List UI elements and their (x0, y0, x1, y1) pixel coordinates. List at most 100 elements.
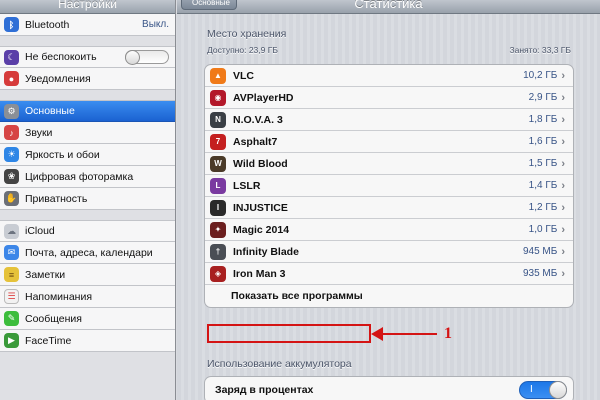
chevron-right-icon: › (561, 267, 565, 280)
app-name: Magic 2014 (233, 223, 290, 236)
app-size: 2,9 ГБ (528, 92, 558, 103)
battery-percent-row: Заряд в процентах I (205, 377, 573, 400)
reminders-icon: ☰ (4, 289, 19, 304)
sidebar-item-notifications[interactable]: ● Уведомления (0, 68, 175, 90)
sidebar-title: Настройки (58, 0, 117, 11)
sidebar-item-label: Яркость и обои (25, 148, 100, 161)
sidebar-item-label: Звуки (25, 126, 53, 139)
sidebar-item-label: Не беспокоить (25, 51, 97, 63)
app-name: AVPlayerHD (233, 91, 294, 104)
sidebar-item-label: Bluetooth (25, 18, 70, 31)
chevron-right-icon: › (561, 135, 565, 148)
sidebar-item-privacy[interactable]: ✋ Приватность (0, 188, 175, 210)
app-row-nova3[interactable]: N N.O.V.A. 3 1,8 ГБ › (205, 109, 573, 131)
app-name: Asphalt7 (233, 135, 278, 148)
show-all-apps-label: Показать все программы (231, 290, 363, 302)
app-name: VLC (233, 69, 254, 82)
storage-summary: Доступно: 23,9 ГБ Занято: 33,3 ГБ (207, 45, 571, 55)
vlc-cone-icon: ▲ (210, 67, 226, 84)
app-row-wild-blood[interactable]: W Wild Blood 1,5 ГБ › (205, 153, 573, 175)
settings-sidebar: Настройки ᛒ Bluetooth Выкл. ☾ Не беспоко… (0, 0, 176, 400)
app-size: 945 МБ (522, 246, 558, 257)
app-row-iron-man-3[interactable]: ◈ Iron Man 3 935 МБ › (205, 263, 573, 285)
app-size: 10,2 ГБ (523, 70, 558, 81)
notifications-icon: ● (4, 71, 19, 86)
sidebar-item-mail[interactable]: ✉ Почта, адреса, календари (0, 242, 175, 264)
app-name: N.O.V.A. 3 (233, 113, 283, 126)
chevron-right-icon: › (561, 69, 565, 82)
show-all-apps-row[interactable]: Показать все программы (205, 285, 573, 307)
magic-2014-icon: ✦ (210, 221, 226, 238)
sidebar-item-label: Напоминания (25, 290, 93, 303)
avplayer-icon: ◉ (210, 89, 226, 106)
sidebar-item-brightness[interactable]: ☀ Яркость и обои (0, 144, 175, 166)
app-row-lslr[interactable]: L LSLR 1,4 ГБ › (205, 175, 573, 197)
sidebar-item-messages[interactable]: ✎ Сообщения (0, 308, 175, 330)
sidebar-item-label: Уведомления (25, 72, 91, 85)
sidebar-item-do-not-disturb[interactable]: ☾ Не беспокоить (0, 46, 175, 68)
sidebar-item-label: Сообщения (25, 312, 82, 325)
storage-available: Доступно: 23,9 ГБ (207, 45, 278, 55)
app-row-avplayerhd[interactable]: ◉ AVPlayerHD 2,9 ГБ › (205, 87, 573, 109)
app-row-vlc[interactable]: ▲ VLC 10,2 ГБ › (205, 65, 573, 87)
sidebar-item-photo-frame[interactable]: ❀ Цифровая фоторамка (0, 166, 175, 188)
app-name: Infinity Blade (233, 245, 299, 258)
nova3-icon: N (210, 111, 226, 128)
detail-navbar: Основные Статистика (177, 0, 600, 14)
app-size: 1,2 ГБ (528, 202, 558, 213)
messages-icon: ✎ (4, 311, 19, 326)
app-name: INJUSTICE (233, 201, 288, 214)
page-title: Статистика (354, 0, 423, 11)
battery-percent-label: Заряд в процентах (215, 384, 314, 396)
wild-blood-icon: W (210, 155, 226, 172)
bluetooth-icon: ᛒ (4, 17, 19, 32)
do-not-disturb-toggle[interactable] (125, 50, 169, 65)
app-size: 935 МБ (522, 268, 558, 279)
storage-used: Занято: 33,3 ГБ (509, 45, 572, 55)
chevron-right-icon: › (561, 223, 565, 236)
annotation-highlight-box (207, 324, 371, 343)
sidebar-item-facetime[interactable]: ▶ FaceTime (0, 330, 175, 352)
sidebar-navbar: Настройки (0, 0, 175, 14)
speaker-icon: ♪ (4, 125, 19, 140)
sidebar-item-reminders[interactable]: ☰ Напоминания (0, 286, 175, 308)
moon-icon: ☾ (4, 49, 19, 65)
app-row-injustice[interactable]: I INJUSTICE 1,2 ГБ › (205, 197, 573, 219)
gear-icon: ⚙ (4, 103, 19, 119)
chevron-right-icon: › (561, 157, 565, 170)
app-size: 1,8 ГБ (528, 114, 558, 125)
sidebar-item-label: Заметки (25, 268, 66, 281)
app-name: Iron Man 3 (233, 267, 286, 280)
sidebar-item-general[interactable]: ⚙ Основные (0, 100, 175, 122)
mail-icon: ✉ (4, 245, 19, 260)
app-row-infinity-blade[interactable]: † Infinity Blade 945 МБ › (205, 241, 573, 263)
app-size: 1,6 ГБ (528, 136, 558, 147)
photo-frame-icon: ❀ (4, 169, 19, 184)
cloud-icon: ☁ (4, 223, 19, 239)
sidebar-item-label: Почта, адреса, календари (25, 246, 153, 259)
brightness-icon: ☀ (4, 147, 19, 162)
sidebar-item-sounds[interactable]: ♪ Звуки (0, 122, 175, 144)
battery-section-title: Использование аккумулятора (207, 358, 352, 370)
app-row-magic-2014[interactable]: ✦ Magic 2014 1,0 ГБ › (205, 219, 573, 241)
battery-percent-toggle[interactable]: I (519, 381, 567, 399)
sidebar-item-value: Выкл. (142, 19, 169, 30)
sidebar-item-icloud[interactable]: ☁ iCloud (0, 220, 175, 242)
sidebar-item-label: FaceTime (25, 334, 72, 347)
app-size: 1,0 ГБ (528, 224, 558, 235)
sidebar-item-label: Основные (25, 105, 75, 117)
injustice-icon: I (210, 199, 226, 216)
sidebar-item-bluetooth[interactable]: ᛒ Bluetooth Выкл. (0, 14, 175, 36)
chevron-right-icon: › (561, 113, 565, 126)
notes-icon: ≡ (4, 267, 19, 282)
chevron-right-icon: › (561, 179, 565, 192)
facetime-icon: ▶ (4, 333, 19, 348)
asphalt7-icon: 7 (210, 133, 226, 150)
app-name: LSLR (233, 179, 261, 192)
infinity-blade-icon: † (210, 243, 226, 260)
app-size: 1,5 ГБ (528, 158, 558, 169)
app-size: 1,4 ГБ (528, 180, 558, 191)
sidebar-item-notes[interactable]: ≡ Заметки (0, 264, 175, 286)
app-row-asphalt7[interactable]: 7 Asphalt7 1,6 ГБ › (205, 131, 573, 153)
lslr-icon: L (210, 177, 226, 194)
